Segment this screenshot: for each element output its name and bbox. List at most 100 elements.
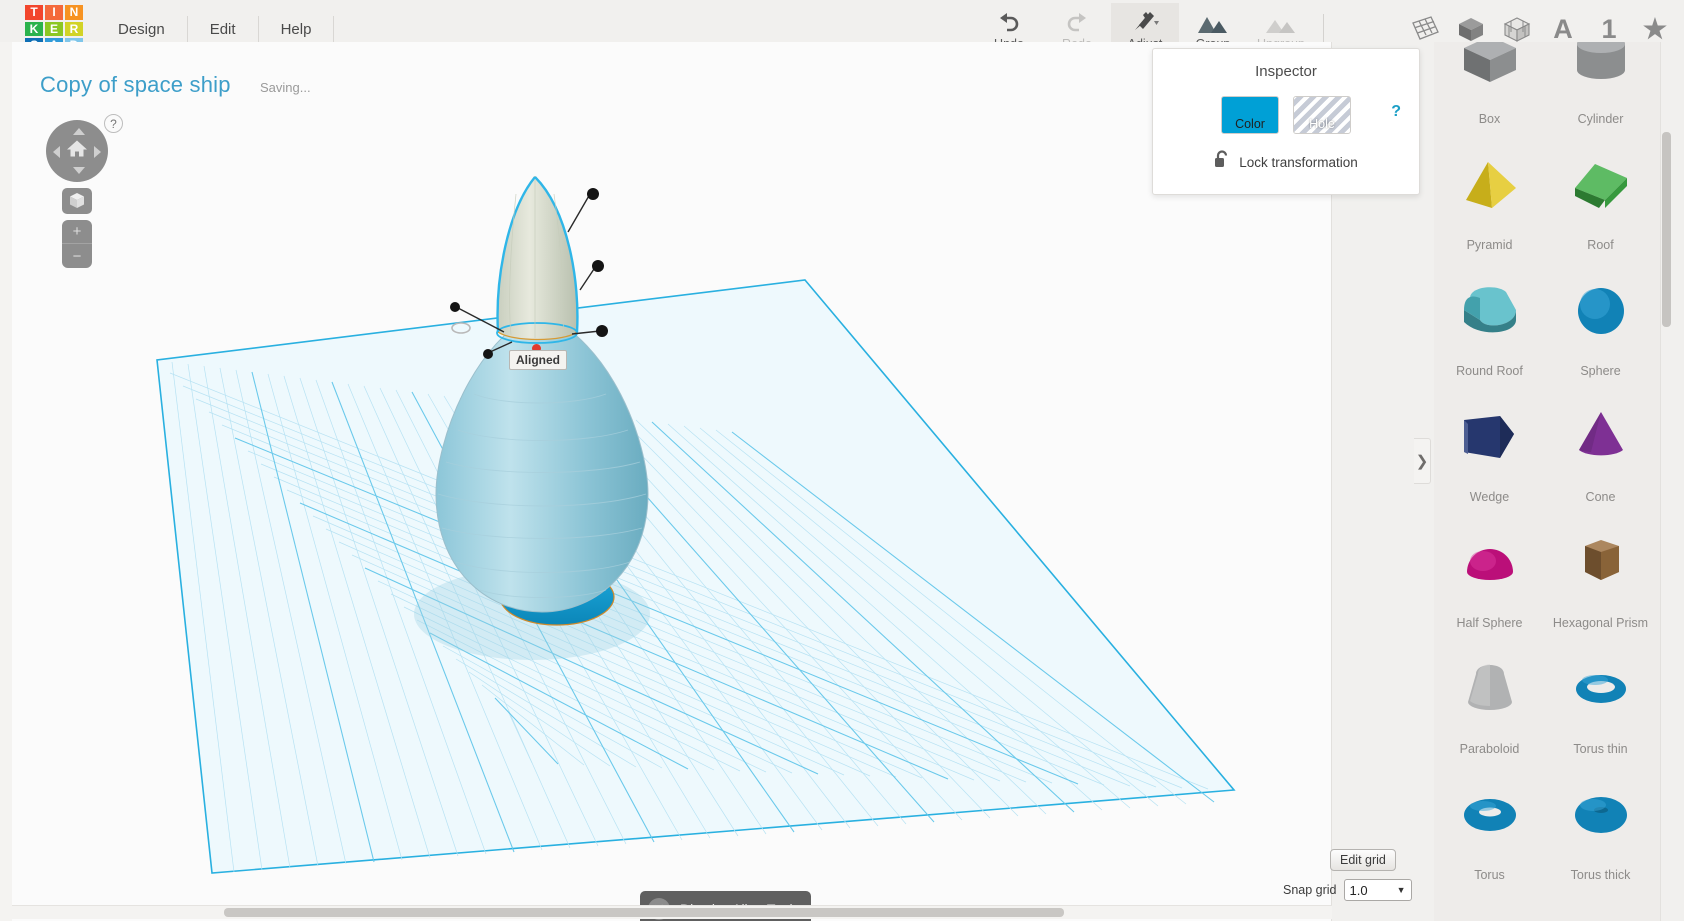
shape-item-roundroof[interactable]: Round Roof [1434,260,1545,380]
shape-item-label: Pyramid [1466,238,1513,252]
shape-item-roof[interactable]: Roof [1545,134,1656,254]
shape-item-tube[interactable]: Tube [1545,890,1656,921]
halfsphere-icon [1434,512,1545,614]
shape-item-label: Hexagonal Prism [1552,616,1649,630]
color-swatch-button[interactable]: Color [1221,96,1279,134]
number-1-glyph: 1 [1601,13,1617,44]
shape-item-torusthick[interactable]: Torus thick [1545,764,1656,884]
shape-item-cylinder[interactable]: Cylinder [1545,42,1656,128]
shape-item-torus[interactable]: Torus [1434,764,1545,884]
star-glyph: ★ [1642,13,1668,44]
logo-tile-n: N [64,4,84,21]
logo-tile-e: E [44,20,64,38]
shape-item-paraboloid[interactable]: Paraboloid [1434,638,1545,758]
snap-grid-select[interactable]: 1.0 ▼ [1343,879,1412,901]
tubethin-icon [1434,890,1545,921]
inspector-swatches: Color Hole [1153,96,1419,134]
orbit-up-arrow-icon[interactable] [73,128,85,135]
hexprism-icon [1545,512,1656,614]
model-nose-selected [496,176,579,344]
roundroof-icon [1434,260,1545,362]
wedge-icon [1434,386,1545,488]
shape-item-label: Torus [1474,868,1505,882]
canvas-help-icon[interactable]: ? [104,114,123,133]
menu-item-edit[interactable]: Edit [188,16,259,42]
shape-item-hexprism[interactable]: Hexagonal Prism [1545,512,1656,632]
torusthick-icon [1545,764,1656,866]
zoom-controls: + − [62,220,92,268]
logo-tile-i: I [44,4,64,21]
collapse-panel-handle[interactable]: ❯ [1414,438,1431,484]
scrollbar-thumb[interactable] [224,908,1064,917]
logo-tile-t: T [24,4,44,21]
shape-item-cone[interactable]: Cone [1545,386,1656,506]
snap-grid-label: Snap grid [1283,883,1337,897]
snap-grid-value: 1.0 [1349,882,1368,898]
shapes-grid: Box Cylinder Pyramid Roof Round Roof Sphere We… [1434,42,1656,921]
shape-item-label: Sphere [1580,364,1621,378]
text-a-glyph: A [1553,13,1573,44]
toolbar-divider [1323,14,1324,44]
zoom-in-button[interactable]: + [62,220,92,244]
home-view-icon[interactable] [66,139,88,164]
menu-item-design[interactable]: Design [96,16,188,42]
shape-item-pyramid[interactable]: Pyramid [1434,134,1545,254]
tube-icon [1545,890,1656,921]
fit-to-view-button[interactable] [62,188,92,214]
shape-item-label: Torus thick [1570,868,1631,882]
shape-item-torusthin[interactable]: Torus thin [1545,638,1656,758]
orbit-left-arrow-icon[interactable] [53,146,60,158]
canvas-left-gutter [0,42,12,921]
box-icon [1434,42,1545,110]
lock-transformation-label: Lock transformation [1239,154,1358,170]
shape-item-label: Roof [1587,238,1614,252]
sphere-icon [1545,260,1656,362]
chevron-down-icon: ▼ [1396,885,1406,895]
hole-swatch-label: Hole [1309,117,1335,131]
shape-item-label: Paraboloid [1459,742,1520,756]
shapes-scrollbar-thumb[interactable] [1662,132,1671,327]
hole-swatch-button[interactable]: Hole [1293,96,1351,134]
view-orbit-disc[interactable] [46,120,108,182]
aligned-badge: Aligned [509,350,567,370]
grid-plane [156,279,1236,874]
workplane[interactable] [12,42,1332,921]
shapes-panel: Box Cylinder Pyramid Roof Round Roof Sphere We… [1434,42,1672,921]
zoom-out-button[interactable]: − [62,244,92,268]
shape-item-box[interactable]: Box [1434,42,1545,128]
roof-icon [1545,134,1656,236]
shape-item-label: Cone [1585,490,1616,504]
shape-item-label: Wedge [1469,490,1510,504]
shapes-panel-scrollbar[interactable] [1660,42,1672,921]
edit-grid-button[interactable]: Edit grid [1330,849,1396,871]
shape-item-label: Round Roof [1456,364,1523,378]
unlock-icon [1214,150,1230,174]
logo-tile-r: R [64,20,84,38]
shape-item-wedge[interactable]: Wedge [1434,386,1545,506]
canvas-horizontal-scrollbar[interactable] [12,905,1332,919]
shape-item-label: Box [1478,112,1501,126]
inspector-panel: Inspector ? Color Hole Lock transformati… [1152,48,1420,195]
adjust-icon [1130,8,1160,34]
cone-icon [1545,386,1656,488]
pyramid-icon [1434,134,1545,236]
undo-icon [996,8,1022,34]
menu-item-help[interactable]: Help [259,16,335,42]
torusthin-icon [1545,638,1656,740]
logo-tile-k: K [24,20,44,38]
orbit-down-arrow-icon[interactable] [73,167,85,174]
orbit-right-arrow-icon[interactable] [94,146,101,158]
design-canvas[interactable]: Copy of space ship Saving... Aligned + −… [12,42,1332,921]
shape-item-halfsphere[interactable]: Half Sphere [1434,512,1545,632]
shape-item-tubethin[interactable]: Tube thin [1434,890,1545,921]
color-swatch-label: Color [1235,117,1265,131]
shape-item-label: Torus thin [1573,742,1628,756]
view-navigation: + − [34,114,144,294]
shape-item-sphere[interactable]: Sphere [1545,260,1656,380]
redo-icon [1064,8,1090,34]
ungroup-icon [1264,8,1298,34]
snap-grid-control: Snap grid 1.0 ▼ [1283,879,1412,901]
inspector-title: Inspector [1255,63,1317,80]
inspector-help-icon[interactable]: ? [1391,103,1401,121]
lock-transformation-toggle[interactable]: Lock transformation [1153,150,1419,174]
